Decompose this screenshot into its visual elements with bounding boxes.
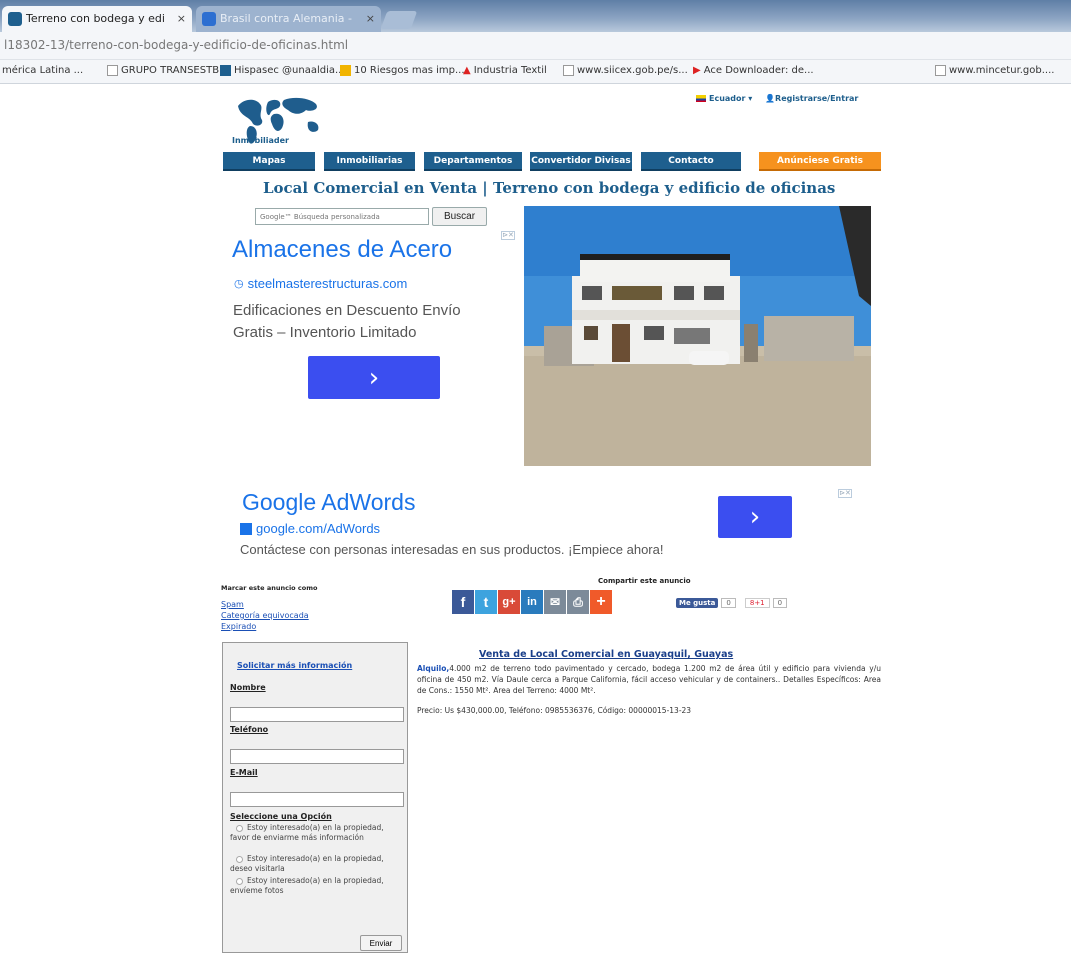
bookmark-item[interactable]: Hispasec @unaaldia...: [220, 65, 345, 76]
google-plus-one-button[interactable]: 8+1: [744, 598, 770, 608]
nav-convertidor-divisas[interactable]: Convertidor Divisas: [530, 152, 632, 171]
login-link[interactable]: Registrarse/Entrar: [775, 94, 858, 103]
form-title: Solicitar más información: [237, 661, 353, 670]
contact-form: Solicitar más información Nombre Teléfon…: [222, 642, 408, 953]
close-tab-icon[interactable]: ×: [366, 6, 375, 32]
bookmarks-bar: mérica Latina ... GRUPO TRANSESTB... His…: [0, 60, 1071, 84]
email-field[interactable]: [230, 792, 404, 807]
bookmark-item[interactable]: www.mincetur.gob....: [935, 65, 1054, 76]
header-links: Ecuador ▾ 👤Registrarse/Entrar: [696, 94, 858, 103]
site-favicon-icon: [202, 12, 216, 26]
name-field[interactable]: [230, 707, 404, 722]
chevron-down-icon: ▾: [748, 94, 753, 103]
ecuador-flag-icon: [696, 95, 706, 102]
warning-icon: ▲: [463, 65, 471, 76]
nav-departamentos[interactable]: Departamentos: [424, 152, 522, 171]
site-icon: [220, 65, 231, 76]
web-page: Inmobiliader Ecuador ▾ 👤Registrarse/Entr…: [0, 84, 1071, 953]
email-label: E-Mail: [230, 768, 258, 777]
like-count: 0: [721, 598, 736, 608]
adchoices-icon[interactable]: ⊳✕: [838, 489, 852, 498]
options-label: Seleccione una Opción: [230, 812, 332, 821]
option-visit[interactable]: Estoy interesado(a) en la propiedad, des…: [230, 854, 402, 874]
print-icon[interactable]: ⎙: [567, 590, 589, 614]
add-share-icon[interactable]: +: [590, 590, 612, 614]
facebook-like-button[interactable]: Me gusta: [676, 598, 719, 608]
site-icon: [340, 65, 351, 76]
mark-wrong-category-link[interactable]: Categoría equivocada: [221, 611, 309, 620]
logo-text: Inmobiliader: [232, 136, 289, 145]
mark-spam-link[interactable]: Spam: [221, 600, 244, 609]
option-more-info[interactable]: Estoy interesado(a) en la propiedad, fav…: [230, 823, 402, 843]
page-title: Local Comercial en Venta | Terreno con b…: [263, 179, 836, 197]
bookmark-item[interactable]: GRUPO TRANSESTB...: [107, 65, 229, 76]
nav-inmobiliarias[interactable]: Inmobiliarias: [324, 152, 415, 171]
site-search-input[interactable]: [255, 208, 429, 225]
listing-brand: Alquilo,: [417, 664, 450, 673]
tab-label: Terreno con bodega y edi: [26, 12, 165, 25]
phone-label: Teléfono: [230, 725, 269, 734]
listing-title[interactable]: Venta de Local Comercial en Guayaquil, G…: [479, 649, 733, 660]
bookmark-item[interactable]: www.siicex.gob.pe/s...: [563, 65, 688, 76]
plus-one-count: 0: [772, 598, 788, 608]
listing-description-text: 4.000 m2 de terreno todo pavimentado y c…: [417, 664, 881, 695]
play-icon: ▶: [693, 65, 701, 76]
ad-url[interactable]: ◷ steelmasterestructuras.com: [234, 276, 407, 291]
tab-label: Brasil contra Alemania -: [220, 12, 353, 25]
radio-button[interactable]: [236, 855, 243, 863]
close-tab-icon[interactable]: ×: [177, 6, 186, 32]
ad-open-button[interactable]: ›: [718, 496, 792, 538]
google-ads-icon: [240, 522, 252, 535]
ad-open-button[interactable]: ›: [308, 356, 440, 399]
ad-url[interactable]: google.com/AdWords: [240, 521, 380, 536]
browser-tab-bar: Terreno con bodega y edi × Brasil contra…: [0, 0, 1071, 32]
new-tab-button[interactable]: [380, 11, 418, 29]
url-text: l18302-13/terreno-con-bodega-y-edificio-…: [4, 38, 349, 52]
twitter-icon[interactable]: t: [475, 590, 497, 614]
ad-description: Contáctese con personas interesadas en s…: [240, 542, 664, 557]
share-title: Compartir este anuncio: [598, 577, 691, 585]
clock-icon: ◷: [234, 278, 244, 290]
page-icon: [935, 65, 946, 76]
ad-description: Edificaciones en Descuento Envío Gratis …: [233, 302, 461, 341]
user-icon: 👤: [765, 94, 776, 103]
option-photos[interactable]: Estoy interesado(a) en la propiedad, env…: [230, 876, 402, 896]
email-icon[interactable]: ✉: [544, 590, 566, 614]
tab-terreno[interactable]: Terreno con bodega y edi ×: [2, 6, 192, 32]
share-buttons: f t g+ in ✉ ⎙ +: [452, 590, 612, 614]
address-bar[interactable]: l18302-13/terreno-con-bodega-y-edificio-…: [0, 32, 1071, 60]
bookmark-item[interactable]: ▲ Industria Textil: [463, 65, 547, 76]
search-button[interactable]: Buscar: [432, 207, 487, 226]
phone-field[interactable]: [230, 749, 404, 764]
tab-brasil[interactable]: Brasil contra Alemania - ×: [196, 6, 381, 32]
google-plus-icon[interactable]: g+: [498, 590, 520, 614]
bookmark-item[interactable]: 10 Riesgos mas imp...: [340, 65, 465, 76]
nav-contacto[interactable]: Contacto: [641, 152, 741, 171]
linkedin-icon[interactable]: in: [521, 590, 543, 614]
radio-button[interactable]: [236, 824, 243, 832]
main-nav: Mapas Inmobiliarias Departamentos Conver…: [223, 152, 881, 171]
adchoices-icon[interactable]: ⊳✕: [501, 231, 515, 240]
submit-button[interactable]: Enviar: [360, 935, 402, 951]
mark-ad-title: Marcar este anuncio como: [221, 584, 318, 592]
bookmark-item[interactable]: mérica Latina ...: [2, 65, 83, 76]
page-icon: [563, 65, 574, 76]
site-favicon-icon: [8, 12, 22, 26]
name-label: Nombre: [230, 683, 266, 692]
nav-mapas[interactable]: Mapas: [223, 152, 315, 171]
country-selector[interactable]: Ecuador: [709, 94, 745, 103]
ad-title[interactable]: Almacenes de Acero: [232, 236, 452, 264]
ad-title[interactable]: Google AdWords: [242, 489, 415, 516]
facebook-icon[interactable]: f: [452, 590, 474, 614]
mark-expired-link[interactable]: Expirado: [221, 622, 256, 631]
radio-button[interactable]: [236, 877, 243, 885]
bookmark-item[interactable]: ▶ Ace Downloader: de...: [693, 65, 814, 76]
property-photo[interactable]: [524, 206, 871, 466]
page-icon: [107, 65, 118, 76]
nav-anunciese-gratis[interactable]: Anúnciese Gratis: [759, 152, 881, 171]
listing-price: Precio: Us $430,000.00, Teléfono: 098553…: [417, 706, 692, 715]
like-widget: Me gusta 0 8+1 0: [676, 596, 788, 610]
listing-description: Alquilo,4.000 m2 de terreno todo pavimen…: [417, 663, 881, 696]
